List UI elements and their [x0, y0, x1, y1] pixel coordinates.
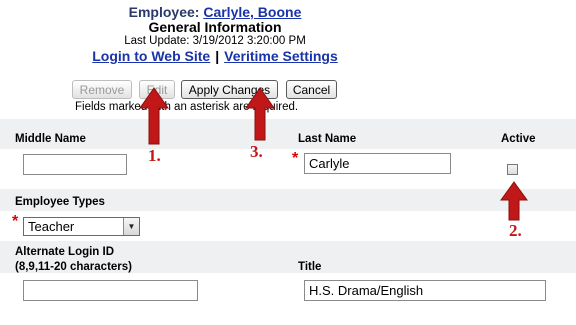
section-title: General Information [148, 19, 282, 35]
employee-types-selected-value: Teacher [28, 219, 75, 234]
middle-name-label: Middle Name [15, 133, 86, 145]
dropdown-arrow-icon[interactable]: ▼ [123, 218, 139, 235]
annotation-arrow-3-icon [245, 87, 275, 141]
row-1-background [0, 119, 576, 149]
remove-button[interactable]: Remove [72, 80, 132, 99]
middle-name-field[interactable] [23, 154, 127, 175]
link-separator: | [215, 48, 220, 64]
last-name-field[interactable]: Carlyle [304, 153, 451, 174]
title-field[interactable]: H.S. Drama/English [304, 280, 546, 301]
last-name-required-marker: * [292, 150, 299, 167]
annotation-number-1: 1. [148, 146, 161, 165]
last-name-label: Last Name [298, 133, 357, 145]
employee-heading: Employee: Carlyle, Boone [0, 4, 430, 20]
alternate-login-hint: (8,9,11-20 characters) [15, 261, 132, 273]
active-label: Active [501, 133, 536, 145]
cancel-button[interactable]: Cancel [286, 80, 337, 99]
title-label: Title [298, 261, 322, 273]
employee-name-link[interactable]: Carlyle, Boone [203, 4, 301, 20]
annotation-arrow-1-icon [139, 87, 169, 145]
header-links: Login to Web Site | Veritime Settings [0, 48, 430, 64]
alternate-login-label: Alternate Login ID [15, 246, 115, 258]
annotation-arrow-2-icon [500, 181, 528, 221]
employee-types-required-marker: * [12, 213, 19, 230]
employee-types-select[interactable]: Teacher ▼ [23, 217, 140, 236]
active-checkbox[interactable] [507, 164, 518, 175]
employee-types-label: Employee Types [15, 196, 105, 208]
alternate-login-field[interactable] [23, 280, 198, 301]
login-to-web-site-link[interactable]: Login to Web Site [92, 48, 210, 64]
veritime-settings-link[interactable]: Veritime Settings [224, 48, 338, 64]
annotation-number-2: 2. [509, 221, 522, 240]
last-update-text: Last Update: 3/19/2012 3:20:00 PM [124, 35, 306, 47]
employee-label: Employee: [128, 4, 200, 20]
annotation-number-3: 3. [250, 142, 263, 161]
